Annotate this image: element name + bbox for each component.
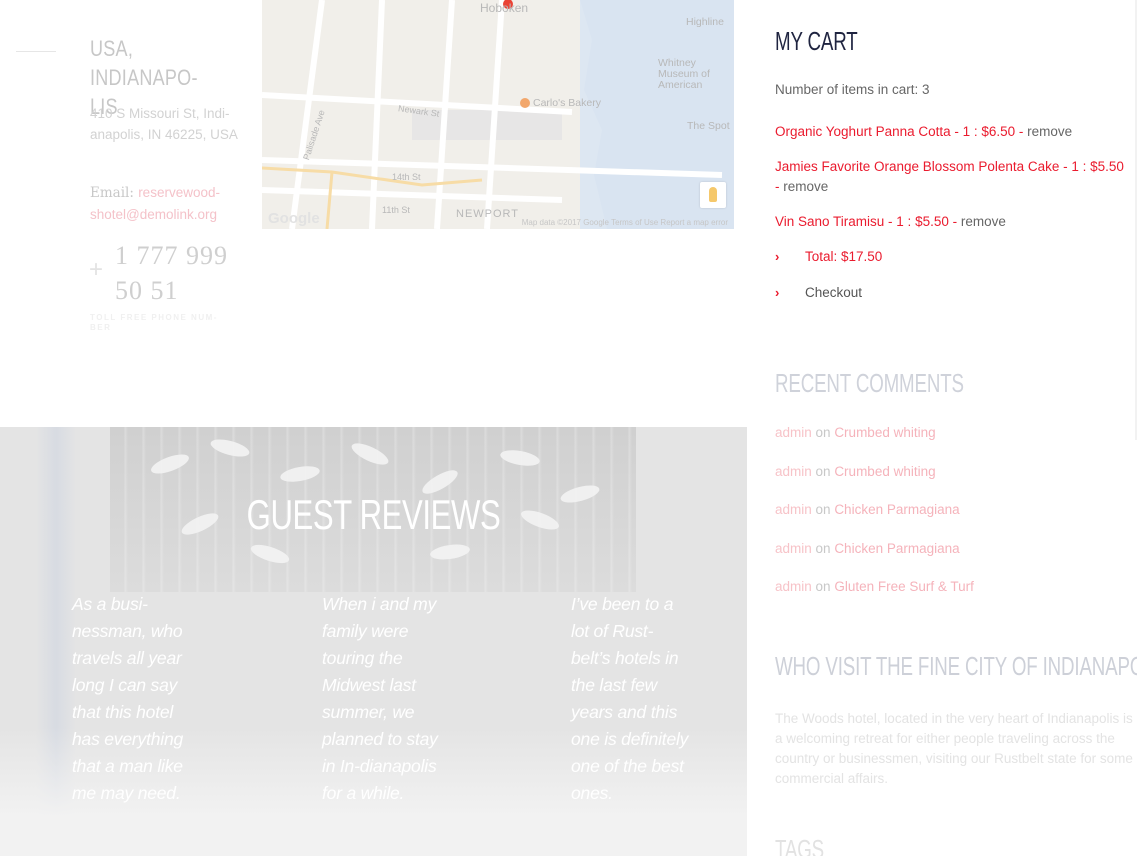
comment-post-link[interactable]: Chicken Parmagiana <box>834 502 959 517</box>
comment-author-link[interactable]: admin <box>775 541 812 556</box>
guest-reviews-section: GUEST REVIEWS As a busi-nessman, who tra… <box>0 427 747 856</box>
divider <box>16 51 56 52</box>
tags-title: TAGS <box>775 834 825 856</box>
google-logo: Google <box>268 210 320 227</box>
remove-link[interactable]: remove <box>1027 124 1072 139</box>
contact-info: USA, INDIANAPO-LIS 410 S Missouri St, In… <box>0 0 262 427</box>
map-footer[interactable]: Map data ©2017 Google Terms of Use Repor… <box>522 218 728 227</box>
chevron-right-icon: › <box>775 249 780 264</box>
map-roads <box>262 0 734 229</box>
map-label-14th: 14th St <box>392 172 421 182</box>
street-view-icon[interactable] <box>700 182 726 208</box>
map-label-carlos: Carlo's Bakery <box>533 97 601 109</box>
who-visit-title: WHO VISIT THE FINE CITY OF INDIANAPOLIS <box>775 651 1137 681</box>
recent-comments-title: RECENT COMMENTS <box>775 368 964 398</box>
contact-address: 410 S Missouri St, Indi-anapolis, IN 462… <box>90 106 238 142</box>
comment-on: on <box>811 579 835 594</box>
comment-post-link[interactable]: Crumbed whiting <box>834 425 935 440</box>
comment-item: admin on Gluten Free Surf & Turf <box>775 579 974 594</box>
comment-item: admin on Crumbed whiting <box>775 464 936 479</box>
comment-on: on <box>811 502 835 517</box>
map-label-spot: The Spot <box>687 120 730 132</box>
comment-author-link[interactable]: admin <box>775 425 812 440</box>
review-quote: I’ve been to a lot of Rust-belt’s hotels… <box>571 594 689 803</box>
comment-author-link[interactable]: admin <box>775 579 812 594</box>
review-quote: As a busi-nessman, who travels all year … <box>72 594 184 803</box>
cart-total-label: Total: $17.50 <box>805 249 883 264</box>
map-label-newport: NEWPORT <box>456 208 520 220</box>
chevron-right-icon: › <box>775 285 780 300</box>
sidebar: MY CART Number of items in cart: 3 Organ… <box>775 0 1137 856</box>
comment-author-link[interactable]: admin <box>775 464 812 479</box>
remove-link[interactable]: remove <box>783 179 828 194</box>
location-map[interactable]: Hoboken Highline Whitney Museum of Ameri… <box>262 0 734 229</box>
map-label-hoboken: Hoboken <box>480 1 529 15</box>
remove-link[interactable]: remove <box>961 214 1006 229</box>
comment-on: on <box>811 464 835 479</box>
comment-post-link[interactable]: Crumbed whiting <box>834 464 935 479</box>
cart-title: MY CART <box>775 26 858 56</box>
bakery-pin-icon[interactable] <box>520 98 530 108</box>
cart-count: Number of items in cart: 3 <box>775 82 930 97</box>
comment-post-link[interactable]: Gluten Free Surf & Turf <box>834 579 974 594</box>
checkout-label: Checkout <box>805 285 863 300</box>
reviews-title: GUEST REVIEWS <box>246 491 501 538</box>
map-label-highline: Highline <box>686 16 724 28</box>
comment-item: admin on Crumbed whiting <box>775 425 936 440</box>
plus-icon: + <box>89 256 104 283</box>
comment-item: admin on Chicken Parmagiana <box>775 502 960 517</box>
contact-phone[interactable]: 1 777 999 50 51 <box>115 238 245 308</box>
comment-author-link[interactable]: admin <box>775 502 812 517</box>
cart-item: Jamies Favorite Orange Blossom Polenta C… <box>775 157 1127 197</box>
cart-item-link[interactable]: Organic Yoghurt Panna Cotta - 1 : $6.50 … <box>775 124 1027 139</box>
cart-item: Organic Yoghurt Panna Cotta - 1 : $6.50 … <box>775 122 1127 142</box>
map-label-whitney: Whitney Museum of American <box>658 57 710 91</box>
comment-item: admin on Chicken Parmagiana <box>775 541 960 556</box>
cart-item-link[interactable]: Vin Sano Tiramisu - 1 : $5.50 - <box>775 214 961 229</box>
contact-email: Email: reservewood-shotel@demolink.org <box>90 182 240 226</box>
cart-item: Vin Sano Tiramisu - 1 : $5.50 - remove <box>775 212 1127 232</box>
email-label: Email: <box>90 185 134 201</box>
comment-on: on <box>811 541 835 556</box>
review-quote: When i and my family were touring the Mi… <box>322 594 438 803</box>
who-visit-text: The Woods hotel, located in the very hea… <box>775 711 1133 786</box>
phone-caption: TOLL FREE PHONE NUM-BER <box>90 313 218 332</box>
map-label-11th: 11th St <box>382 205 410 215</box>
comment-post-link[interactable]: Chicken Parmagiana <box>834 541 959 556</box>
comment-on: on <box>811 425 835 440</box>
